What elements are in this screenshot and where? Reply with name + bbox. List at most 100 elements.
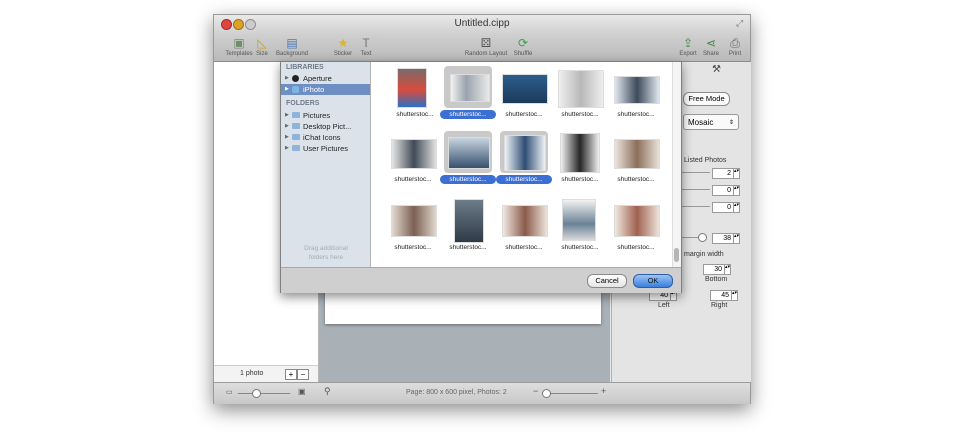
- photo-thumbnail[interactable]: shutterstoc...: [444, 199, 494, 255]
- thumbnail-caption: shutterstoc...: [449, 244, 487, 251]
- columns-slider-track[interactable]: [680, 172, 710, 173]
- bottom-margin-stepper[interactable]: ▴▾: [724, 264, 731, 275]
- photo-thumbnail[interactable]: shutterstoc...: [556, 131, 606, 187]
- page-info: Page: 800 x 600 pixel, Photos: 2: [406, 389, 507, 396]
- source-item-user-pictures[interactable]: ▶ User Pictures: [281, 143, 370, 154]
- remove-photo-button[interactable]: −: [297, 369, 309, 380]
- print-button[interactable]: ⎙ Print: [710, 36, 760, 58]
- columns-field[interactable]: 2: [712, 168, 734, 179]
- spacing-field[interactable]: 0: [712, 185, 734, 196]
- left-label: Left: [658, 302, 670, 309]
- source-item-label: iPhoto: [303, 85, 325, 94]
- layout-select-value: Mosaic: [688, 118, 714, 127]
- disclosure-triangle-icon[interactable]: ▶: [285, 121, 289, 132]
- zoom-out-icon[interactable]: −: [533, 386, 538, 396]
- photo-thumbnail[interactable]: shutterstoc...: [389, 199, 439, 255]
- photo-thumbnail[interactable]: shutterstoc...: [440, 66, 496, 122]
- thumbnail-caption: shutterstoc...: [617, 176, 655, 183]
- shuffle-button[interactable]: ⟳ Shuffle: [498, 36, 548, 58]
- photo-thumbnail[interactable]: shutterstoc...: [391, 66, 441, 122]
- offset-field[interactable]: 0: [712, 202, 734, 213]
- add-photo-button[interactable]: +: [285, 369, 297, 380]
- free-mode-button[interactable]: Free Mode: [683, 92, 730, 106]
- fullscreen-icon[interactable]: ⤢: [736, 18, 743, 29]
- scrollbar-thumb[interactable]: [674, 248, 679, 262]
- source-item-label: Aperture: [303, 74, 332, 83]
- margin-slider-knob[interactable]: [698, 233, 707, 242]
- source-item-label: User Pictures: [303, 144, 349, 153]
- offset-slider-track[interactable]: [680, 206, 710, 207]
- photo-thumbnail[interactable]: shutterstoc...: [389, 131, 439, 187]
- text-button[interactable]: T Text: [341, 36, 391, 58]
- source-item-label: Desktop Pict...: [303, 122, 352, 131]
- margin-slider-field[interactable]: 38: [712, 233, 734, 244]
- background-icon: ▤: [286, 36, 298, 50]
- spacing-stepper[interactable]: ▴▾: [733, 185, 740, 196]
- photo-thumbnail[interactable]: shutterstoc...: [556, 199, 606, 255]
- thumbnail-caption: shutterstoc...: [396, 111, 434, 118]
- aperture-icon: [292, 75, 299, 82]
- folder-icon: [292, 145, 300, 151]
- small-thumb-icon: ▭: [226, 389, 233, 396]
- photo-thumbnail[interactable]: shutterstoc...: [440, 131, 496, 187]
- thumb-size-slider[interactable]: [238, 393, 290, 394]
- zoom-slider-knob[interactable]: [542, 389, 551, 398]
- large-thumb-icon: ▣: [298, 387, 306, 396]
- right-margin-stepper[interactable]: ▴▾: [731, 290, 738, 301]
- photo-thumbnail[interactable]: shutterstoc...: [612, 131, 662, 187]
- background-button[interactable]: ▤ Background: [267, 36, 317, 58]
- thumbnail-caption: shutterstoc...: [394, 176, 432, 183]
- cancel-button[interactable]: Cancel: [587, 274, 627, 288]
- source-item-label: iChat Icons: [303, 133, 341, 142]
- source-item-ichat-icons[interactable]: ▶ iChat Icons: [281, 132, 370, 143]
- disclosure-triangle-icon[interactable]: ▶: [285, 110, 289, 121]
- folder-icon: [292, 112, 300, 118]
- disclosure-triangle-icon[interactable]: ▶: [285, 84, 289, 95]
- source-item-pictures[interactable]: ▶ Pictures: [281, 110, 370, 121]
- photo-thumbnail[interactable]: shutterstoc...: [496, 131, 552, 187]
- thumbnail-caption: shutterstoc...: [561, 244, 599, 251]
- disclosure-triangle-icon[interactable]: ▶: [285, 132, 289, 143]
- photo-grid: shutterstoc... shutterstoc... shuttersto…: [371, 62, 672, 267]
- folder-icon: [292, 123, 300, 129]
- bottom-margin-field[interactable]: 30: [703, 264, 725, 275]
- thumbnail-caption: shutterstoc...: [505, 111, 543, 118]
- right-margin-field[interactable]: 45: [710, 290, 732, 301]
- zoom-icon[interactable]: ⚲: [324, 386, 331, 397]
- ok-button[interactable]: OK: [633, 274, 673, 288]
- spacing-slider-track[interactable]: [680, 189, 710, 190]
- folder-icon: [292, 134, 300, 140]
- margin-width-label: margin width: [684, 251, 724, 258]
- thumbnail-caption: shutterstoc...: [440, 110, 496, 119]
- source-item-desktop[interactable]: ▶ Desktop Pict...: [281, 121, 370, 132]
- thumbnail-image: [391, 205, 437, 237]
- photo-thumbnail[interactable]: shutterstoc...: [556, 66, 606, 122]
- photo-thumbnail[interactable]: shutterstoc...: [612, 66, 662, 122]
- background-label: Background: [275, 51, 309, 57]
- photo-browser-dialog: LIBRARIES ▶ Aperture ▶ iPhoto FOLDERS ▶ …: [280, 61, 682, 293]
- photo-list-footer: 1 photo + −: [214, 365, 318, 383]
- zoom-in-icon[interactable]: +: [601, 386, 606, 396]
- photo-thumbnail[interactable]: shutterstoc...: [500, 199, 550, 255]
- folders-header: FOLDERS: [286, 100, 320, 107]
- disclosure-triangle-icon[interactable]: ▶: [285, 73, 289, 84]
- layout-select[interactable]: Mosaic ⇕: [683, 114, 739, 130]
- offset-stepper[interactable]: ▴▾: [733, 202, 740, 213]
- thumbnail-caption: shutterstoc...: [561, 111, 599, 118]
- photo-thumbnail[interactable]: shutterstoc...: [612, 199, 662, 255]
- text-icon: T: [362, 36, 370, 50]
- thumbnail-image: [562, 199, 596, 241]
- photo-thumbnail[interactable]: shutterstoc...: [500, 66, 550, 122]
- source-item-aperture[interactable]: ▶ Aperture: [281, 73, 370, 84]
- thumbnail-caption: shutterstoc...: [440, 175, 496, 184]
- disclosure-triangle-icon[interactable]: ▶: [285, 143, 289, 154]
- margin-slider-stepper[interactable]: ▴▾: [733, 233, 740, 244]
- source-item-iphoto[interactable]: ▶ iPhoto: [281, 84, 370, 95]
- drag-folders-hint: Drag additional folders here: [304, 245, 348, 261]
- thumb-size-knob[interactable]: [252, 389, 261, 398]
- thumbnail-caption: shutterstoc...: [617, 244, 655, 251]
- columns-stepper[interactable]: ▴▾: [733, 168, 740, 179]
- window-title: Untitled.cipp: [454, 18, 510, 29]
- photo-grid-scrollbar[interactable]: [672, 62, 681, 267]
- magic-wand-icon[interactable]: ⚒: [712, 64, 721, 75]
